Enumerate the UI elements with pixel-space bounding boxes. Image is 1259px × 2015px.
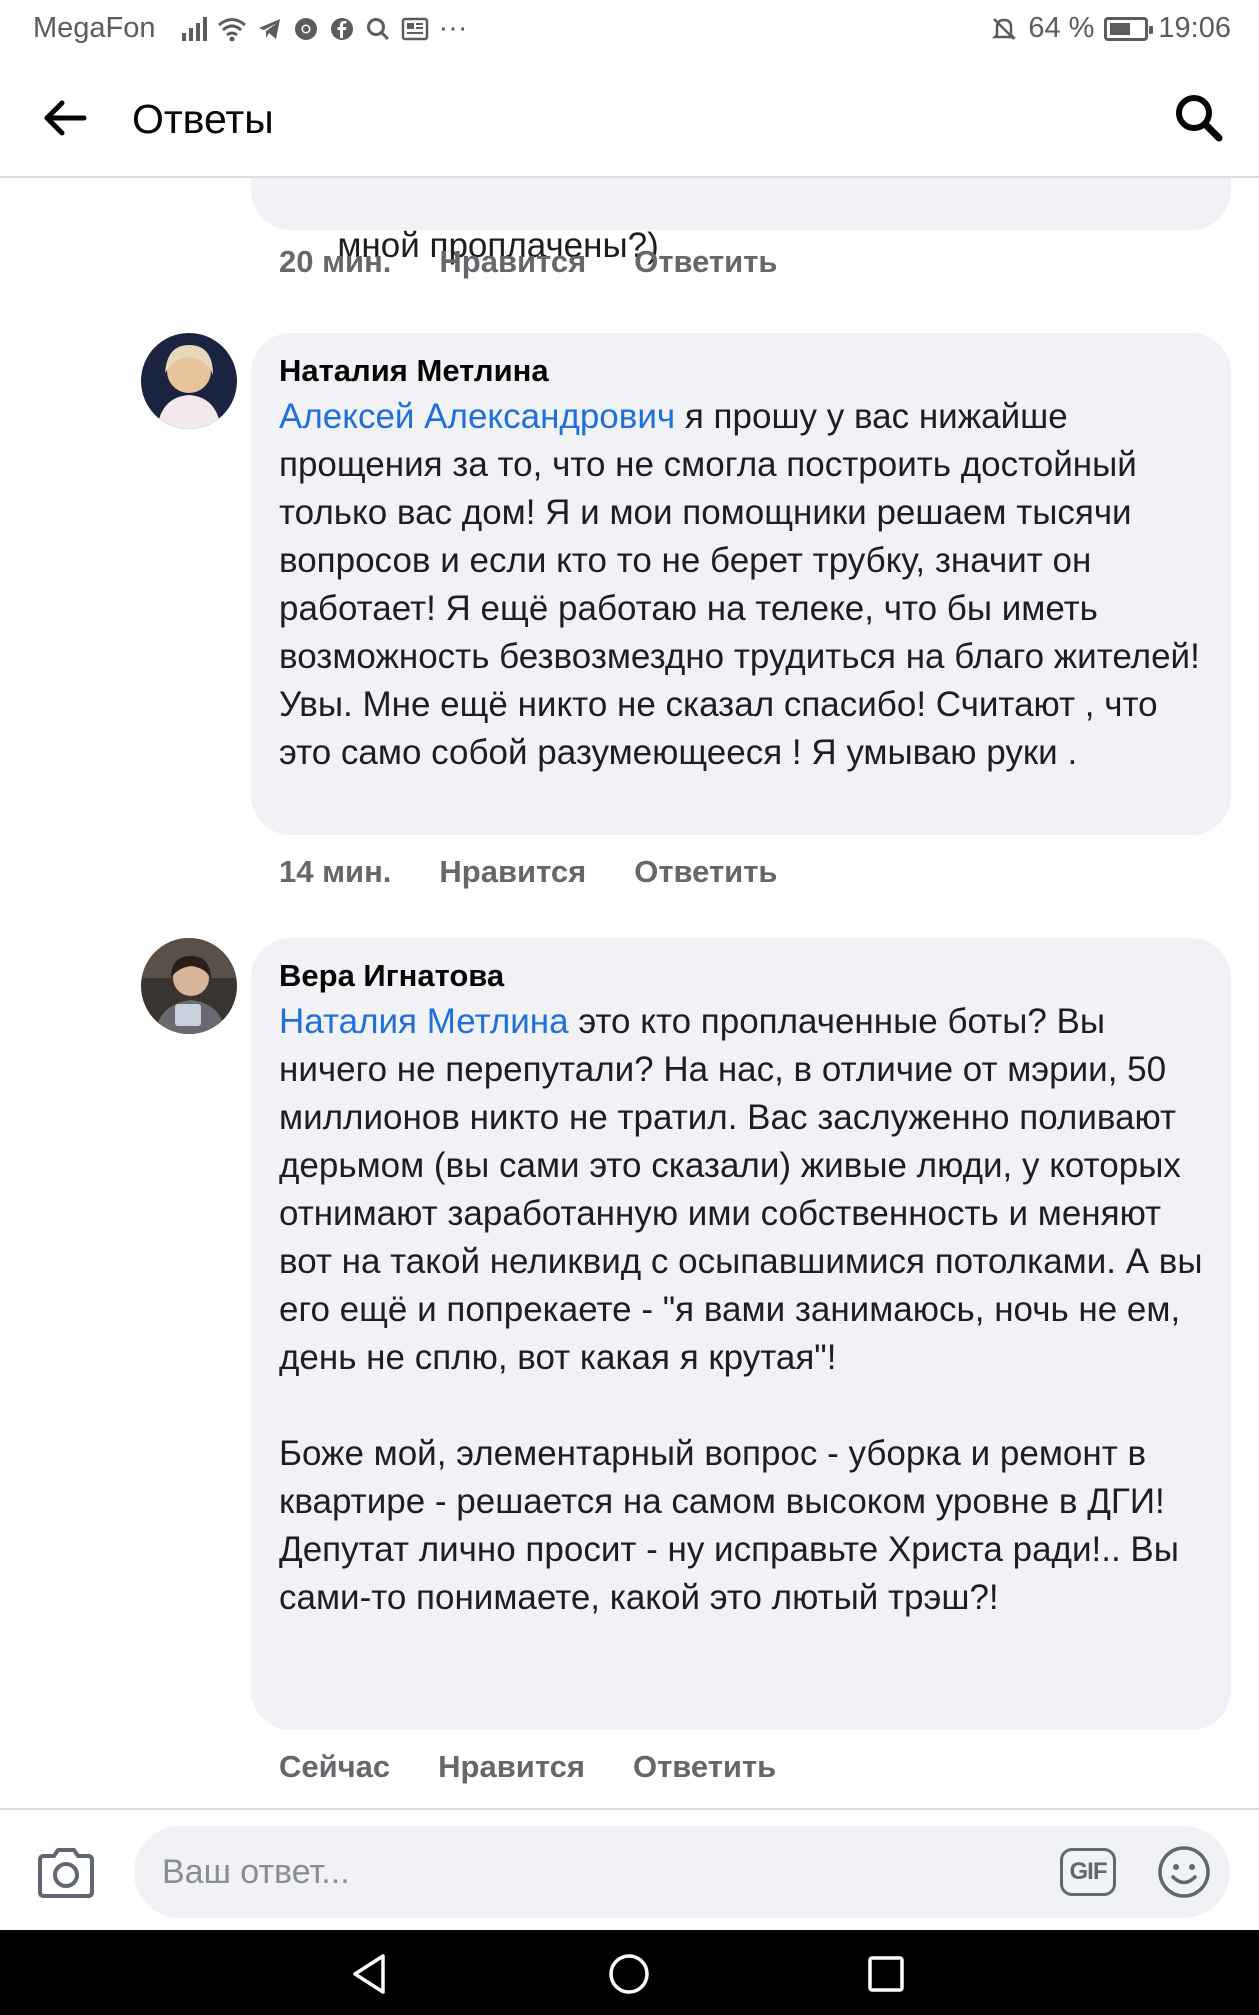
status-bar: MegaFon ··· 64 % 19:06 (0, 0, 1259, 60)
battery-percent: 64 % (1028, 12, 1095, 44)
comment-author[interactable]: Наталия Метлина (279, 353, 1203, 389)
comment-actions: Сейчас Нравится Ответить (279, 1749, 776, 1785)
comment-body: я прошу у вас нижайше прощения за то, чт… (279, 397, 1210, 772)
comment-actions: 20 мин. Нравится Ответить (279, 244, 777, 280)
comment-bubble: мной проплачены?) (251, 178, 1231, 265)
carrier-name: MegaFon (33, 12, 156, 44)
reply-bar: GIF (0, 1808, 1259, 1930)
triangle-back-icon[interactable] (347, 1950, 395, 1998)
mention-link[interactable]: Алексей Александрович (279, 397, 675, 436)
circle-home-icon[interactable] (605, 1950, 653, 1998)
news-icon (401, 17, 428, 40)
comment-bubble: Вера Игнатова Наталия Метлина это кто пр… (251, 938, 1231, 1730)
avatar-photo (141, 333, 237, 429)
comment-actions: 14 мин. Нравится Ответить (279, 854, 777, 890)
battery-fill (1110, 22, 1131, 35)
reply-button[interactable]: Ответить (633, 1749, 776, 1785)
reply-button[interactable]: Ответить (634, 244, 777, 280)
facebook-icon (330, 17, 353, 40)
mention-link[interactable]: Наталия Метлина (279, 1002, 569, 1041)
comment-time: 20 мин. (279, 244, 392, 279)
avatar-photo (141, 938, 237, 1034)
page-title: Ответы (132, 96, 274, 142)
wifi-icon (217, 17, 246, 41)
clock: 19:06 (1158, 12, 1231, 44)
status-bar-left: MegaFon ··· (33, 12, 468, 45)
like-button[interactable]: Нравится (439, 244, 586, 280)
chrome-icon (294, 17, 317, 40)
comment-time: Сейчас (279, 1749, 391, 1784)
search-icon[interactable] (1169, 88, 1229, 148)
search-notification-icon (366, 17, 389, 40)
comment-thread: мной проплачены?) 20 мин. Нравится Ответ… (0, 178, 1259, 1808)
avatar[interactable] (141, 938, 237, 1034)
comment-text: Алексей Александрович я прошу у вас нижа… (279, 393, 1203, 777)
like-button[interactable]: Нравится (438, 1749, 585, 1785)
app-header: Ответы (0, 60, 1259, 178)
gif-button[interactable]: GIF (1060, 1848, 1116, 1896)
smiley-icon[interactable] (1156, 1844, 1212, 1900)
system-nav-bar (0, 1930, 1259, 2015)
comment-author[interactable]: Вера Игнатова (279, 958, 1203, 994)
comment-body: это кто проплаченные боты? Вы ничего не … (279, 1002, 1203, 1617)
square-recents-icon[interactable] (862, 1950, 910, 1998)
like-button[interactable]: Нравится (439, 854, 586, 890)
telegram-icon (258, 18, 280, 39)
battery-icon (1104, 16, 1154, 41)
comment-time: 14 мин. (279, 854, 392, 889)
mute-bell-icon (992, 17, 1017, 40)
comment-bubble: Наталия Метлина Алексей Александрович я … (251, 333, 1231, 835)
signal-icon (181, 16, 207, 41)
avatar[interactable] (141, 333, 237, 429)
back-arrow-icon[interactable] (38, 90, 94, 146)
reply-button[interactable]: Ответить (634, 854, 777, 890)
status-bar-right: 64 % 19:06 (990, 12, 1231, 45)
comment-text: Наталия Метлина это кто проплаченные бот… (279, 998, 1203, 1622)
camera-icon[interactable] (36, 1846, 96, 1900)
more-notifications-icon: ··· (438, 12, 468, 44)
